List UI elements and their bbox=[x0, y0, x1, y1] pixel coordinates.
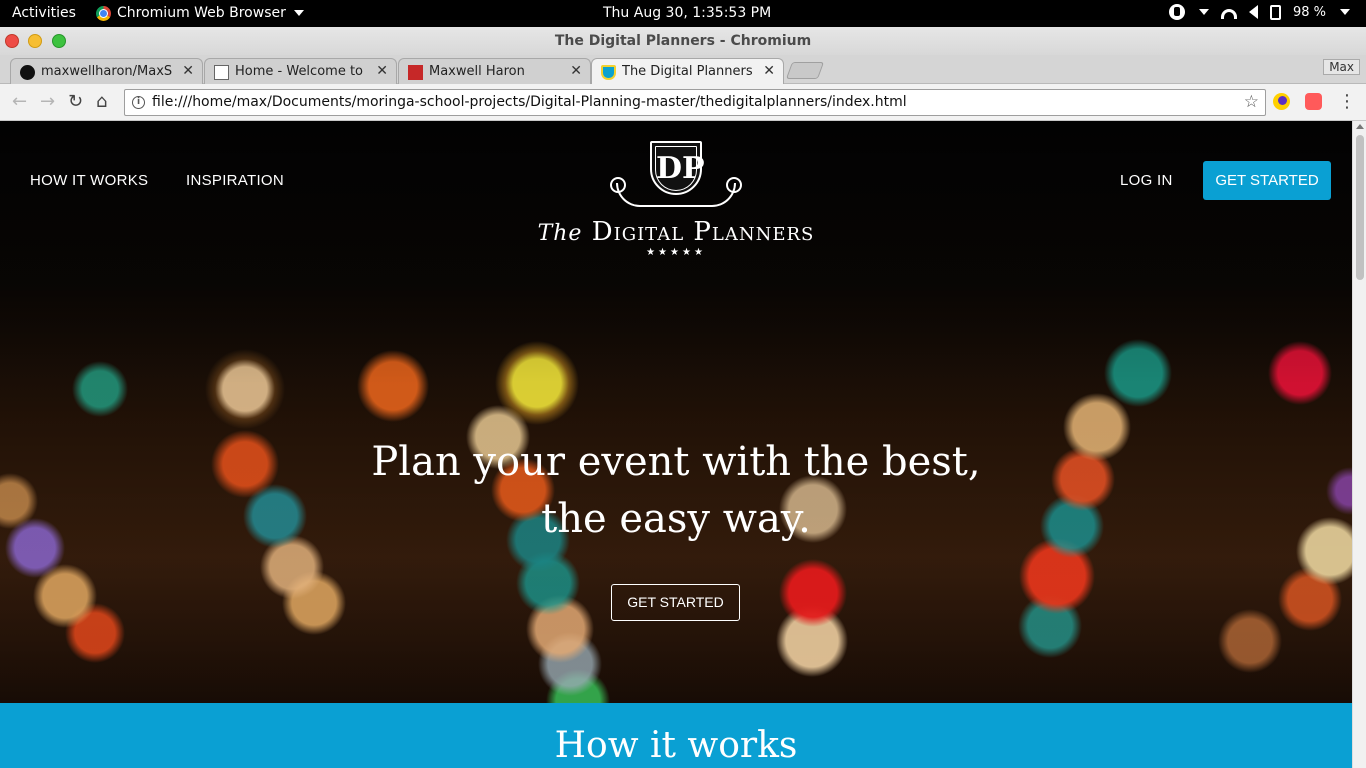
window-title-bar: The Digital Planners - Chromium bbox=[0, 27, 1366, 55]
tab-maxwell-haron[interactable]: Maxwell Haron ✕ bbox=[398, 58, 591, 84]
app-menu[interactable]: Chromium Web Browser bbox=[96, 5, 304, 21]
page-scrollbar[interactable] bbox=[1352, 121, 1366, 768]
nav-login[interactable]: LOG IN bbox=[1120, 172, 1173, 189]
site-logo[interactable]: DP The Digital Planners ★★★★★ bbox=[520, 139, 832, 261]
tab-title: The Digital Planners bbox=[622, 64, 753, 79]
header-get-started-button[interactable]: GET STARTED bbox=[1203, 161, 1331, 200]
how-it-works-title: How it works bbox=[554, 725, 798, 766]
shield-icon bbox=[601, 65, 616, 80]
window-minimize-button[interactable] bbox=[28, 34, 42, 48]
github-icon bbox=[20, 65, 35, 80]
dark-mode-extension-icon[interactable] bbox=[1273, 93, 1290, 110]
chevron-down-icon bbox=[1340, 9, 1350, 15]
address-bar[interactable]: i file:///home/max/Documents/moringa-sch… bbox=[124, 89, 1266, 116]
tab-home[interactable]: Home - Welcome to Th ✕ bbox=[204, 58, 397, 84]
nav-how-it-works[interactable]: HOW IT WORKS bbox=[30, 172, 148, 189]
tab-github[interactable]: maxwellharon/MaxShc ✕ bbox=[10, 58, 203, 84]
page-viewport: HOW IT WORKS INSPIRATION DP The Digital … bbox=[0, 121, 1352, 768]
hero-get-started-button[interactable]: GET STARTED bbox=[611, 584, 740, 621]
nav-inspiration[interactable]: INSPIRATION bbox=[186, 172, 284, 189]
tab-strip: maxwellharon/MaxShc ✕ Home - Welcome to … bbox=[0, 55, 1366, 85]
battery-level: 98 % bbox=[1292, 4, 1326, 20]
new-tab-button[interactable] bbox=[785, 62, 825, 79]
logo-the: The bbox=[537, 221, 583, 246]
hero-headline-line2: the easy way. bbox=[541, 496, 811, 542]
tab-title: Maxwell Haron bbox=[429, 64, 525, 79]
address-url: file:///home/max/Documents/moringa-schoo… bbox=[152, 94, 907, 110]
extension-icon[interactable] bbox=[1305, 93, 1322, 110]
document-icon bbox=[214, 65, 229, 80]
close-icon[interactable]: ✕ bbox=[570, 63, 582, 79]
clock[interactable]: Thu Aug 30, 1:35:53 PM bbox=[603, 5, 771, 21]
scrollbar-thumb[interactable] bbox=[1356, 135, 1364, 280]
back-arrow-icon[interactable]: ← bbox=[12, 92, 27, 112]
forward-arrow-icon[interactable]: → bbox=[40, 92, 55, 112]
close-icon[interactable]: ✕ bbox=[182, 63, 194, 79]
close-icon[interactable]: ✕ bbox=[376, 63, 388, 79]
chevron-down-icon bbox=[293, 10, 304, 16]
window-title: The Digital Planners - Chromium bbox=[554, 33, 812, 49]
scroll-up-arrow-icon[interactable] bbox=[1356, 124, 1364, 129]
system-top-bar: Activities Chromium Web Browser Thu Aug … bbox=[0, 0, 1366, 27]
system-tray[interactable]: 98 % bbox=[1168, 4, 1350, 20]
bookmark-star-icon[interactable]: ☆ bbox=[1244, 92, 1259, 112]
chevron-down-icon bbox=[1198, 9, 1209, 15]
hero-headline-line1: Plan your event with the best, bbox=[371, 439, 981, 485]
tab-title: Home - Welcome to Th bbox=[235, 64, 367, 79]
wifi-icon bbox=[1220, 9, 1237, 19]
volume-icon bbox=[1248, 5, 1258, 19]
reload-icon[interactable]: ↻ bbox=[68, 92, 83, 112]
hero-headline: Plan your event with the best, the easy … bbox=[326, 434, 1026, 548]
home-icon[interactable]: ⌂ bbox=[96, 92, 107, 112]
close-icon[interactable]: ✕ bbox=[763, 63, 775, 79]
logo-stars: ★★★★★ bbox=[646, 247, 706, 258]
accessibility-icon[interactable] bbox=[1168, 4, 1185, 20]
logo-ornament-icon bbox=[610, 177, 742, 207]
red-site-icon bbox=[408, 65, 423, 80]
activities-button[interactable]: Activities bbox=[12, 5, 76, 21]
logo-wordmark: The Digital Planners bbox=[520, 217, 832, 247]
menu-dots-icon[interactable]: ⋮ bbox=[1338, 91, 1356, 112]
info-icon[interactable]: i bbox=[132, 96, 145, 109]
window-maximize-button[interactable] bbox=[52, 34, 66, 48]
app-name: Chromium Web Browser bbox=[117, 5, 286, 21]
window-close-button[interactable] bbox=[5, 34, 19, 48]
tab-digital-planners[interactable]: The Digital Planners ✕ bbox=[591, 58, 784, 85]
battery-icon bbox=[1269, 4, 1281, 20]
logo-name: Digital Planners bbox=[591, 217, 815, 247]
how-it-works-section: How it works bbox=[0, 703, 1352, 768]
hero-section: HOW IT WORKS INSPIRATION DP The Digital … bbox=[0, 121, 1352, 703]
profile-button[interactable]: Max bbox=[1323, 59, 1360, 75]
tab-title: maxwellharon/MaxShc bbox=[41, 64, 173, 79]
chromium-icon bbox=[96, 5, 111, 21]
browser-toolbar: ← → ↻ ⌂ i file:///home/max/Documents/mor… bbox=[0, 84, 1366, 121]
